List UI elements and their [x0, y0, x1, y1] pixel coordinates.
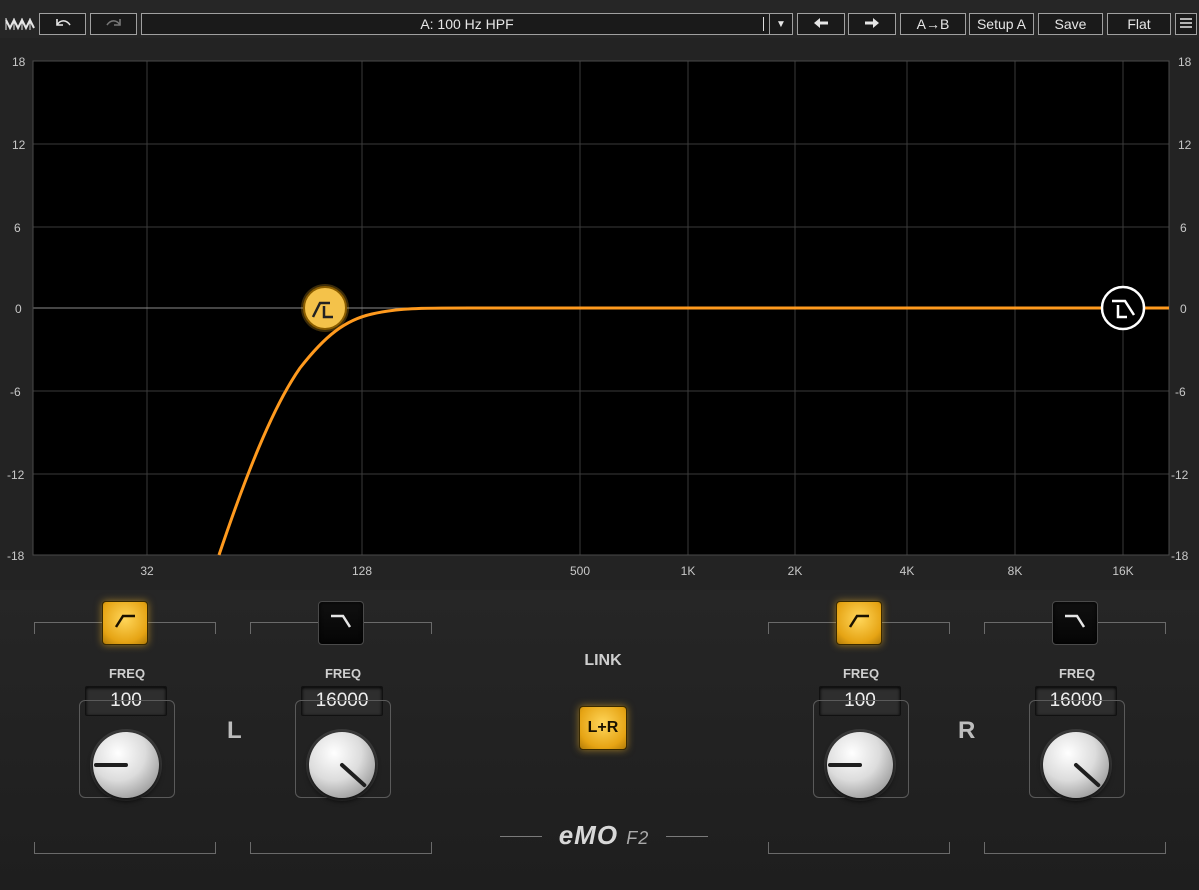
emo-f2-logo: eMO F2 — [500, 820, 710, 850]
chevron-down-icon[interactable]: ▼ — [769, 14, 792, 34]
preset-name: A: 100 Hz HPF — [420, 16, 514, 32]
left-hpf-freq-knob[interactable] — [93, 732, 159, 798]
y-tick-right: -18 — [1171, 549, 1189, 563]
y-tick-right: 6 — [1180, 221, 1187, 235]
y-tick-left: 12 — [12, 138, 26, 152]
link-button-label: L+R — [587, 719, 619, 736]
section-frame-bottom — [250, 842, 432, 854]
left-channel-label: L — [227, 717, 242, 744]
ab-compare-label: A→B — [916, 16, 950, 32]
save-label: Save — [1054, 16, 1087, 32]
link-button[interactable]: L+R — [579, 706, 627, 750]
control-panel: FREQ 100 FREQ 16000 L LINK L+R eMO F2 FR… — [0, 590, 1199, 890]
y-tick-left: 6 — [14, 221, 21, 235]
left-lpf-toggle-button[interactable] — [318, 601, 364, 645]
next-preset-button[interactable] — [848, 13, 896, 35]
lowpass-icon — [329, 613, 353, 634]
right-channel-label: R — [958, 717, 976, 744]
knob-pointer — [1073, 762, 1102, 788]
waves-logo-icon[interactable] — [4, 13, 36, 35]
y-tick-left: 18 — [12, 55, 26, 69]
redo-icon — [105, 16, 123, 32]
x-tick: 1K — [681, 564, 696, 578]
y-tick-right: -6 — [1175, 385, 1186, 399]
logo-text: eMO F2 — [544, 820, 664, 851]
y-tick-left: -6 — [10, 385, 21, 399]
y-tick-right: -12 — [1171, 468, 1189, 482]
menu-button[interactable] — [1175, 13, 1197, 35]
x-tick: 4K — [900, 564, 915, 578]
x-tick: 128 — [352, 564, 372, 578]
undo-icon — [54, 16, 72, 32]
knob-pointer — [339, 762, 368, 788]
logo-main: eMO — [558, 820, 619, 850]
setup-button[interactable]: Setup A — [969, 13, 1034, 35]
freq-label: FREQ — [108, 666, 146, 681]
setup-label: Setup A — [976, 16, 1027, 32]
freq-label: FREQ — [1058, 666, 1096, 681]
y-tick-right: 0 — [1180, 302, 1187, 316]
y-tick-left: -18 — [7, 549, 25, 563]
link-label: LINK — [584, 652, 622, 669]
freq-label: FREQ — [842, 666, 880, 681]
section-frame-bottom — [768, 842, 950, 854]
right-hpf-toggle-button[interactable] — [836, 601, 882, 645]
lowpass-icon — [1063, 613, 1087, 634]
highpass-icon — [113, 613, 137, 634]
lowpass-marker-icon[interactable] — [1100, 285, 1146, 331]
arrow-right-icon — [863, 16, 881, 32]
highpass-marker-icon[interactable] — [301, 284, 349, 332]
undo-button[interactable] — [39, 13, 86, 35]
x-tick: 2K — [788, 564, 803, 578]
y-tick-right: 12 — [1178, 138, 1192, 152]
left-hpf-toggle-button[interactable] — [102, 601, 148, 645]
x-tick: 32 — [140, 564, 154, 578]
flat-label: Flat — [1127, 16, 1151, 32]
knob-pointer — [94, 763, 128, 767]
y-tick-left: 0 — [15, 302, 22, 316]
redo-button[interactable] — [90, 13, 137, 35]
right-lpf-freq-knob[interactable] — [1043, 732, 1109, 798]
save-button[interactable]: Save — [1038, 13, 1103, 35]
y-tick-right: 18 — [1178, 55, 1192, 69]
x-tick: 500 — [570, 564, 590, 578]
logo-line — [666, 836, 708, 837]
ab-compare-button[interactable]: A→B — [900, 13, 966, 35]
highpass-icon — [847, 613, 871, 634]
x-tick: 8K — [1008, 564, 1023, 578]
arrow-left-icon — [812, 16, 830, 32]
left-lpf-freq-knob[interactable] — [309, 732, 375, 798]
right-lpf-toggle-button[interactable] — [1052, 601, 1098, 645]
logo-sub: F2 — [626, 828, 650, 848]
previous-preset-button[interactable] — [797, 13, 845, 35]
section-frame-bottom — [984, 842, 1166, 854]
preset-selector[interactable]: A: 100 Hz HPF ▼ — [141, 13, 793, 35]
eq-graph[interactable]: 18 12 6 0 -6 -12 -18 18 12 6 0 -6 -12 -1… — [0, 38, 1199, 590]
toolbar: A: 100 Hz HPF ▼ A→B Setup A Save Flat — [0, 0, 1199, 38]
flat-button[interactable]: Flat — [1107, 13, 1171, 35]
knob-pointer — [828, 763, 862, 767]
freq-label: FREQ — [324, 666, 362, 681]
logo-line — [500, 836, 542, 837]
preset-divider — [763, 17, 764, 31]
hamburger-icon — [1179, 16, 1193, 32]
y-tick-left: -12 — [7, 468, 25, 482]
section-frame-bottom — [34, 842, 216, 854]
eq-graph-canvas: 18 12 6 0 -6 -12 -18 18 12 6 0 -6 -12 -1… — [7, 55, 1192, 578]
right-hpf-freq-knob[interactable] — [827, 732, 893, 798]
x-tick: 16K — [1112, 564, 1133, 578]
